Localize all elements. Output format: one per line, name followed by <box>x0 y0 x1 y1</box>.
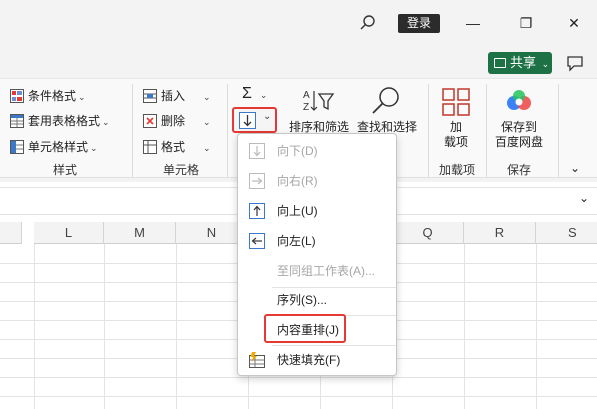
grid-line <box>34 244 35 409</box>
menu-item-fill-down[interactable]: 向下(D) <box>238 137 396 165</box>
menu-item-label: 至同组工作表(A)... <box>277 264 375 278</box>
fill-button[interactable]: ⌄ <box>232 107 277 133</box>
menu-item-fill-right[interactable]: 向右(R) <box>238 167 396 195</box>
fill-left-icon <box>249 233 265 249</box>
addins-group-label: 加载项 <box>438 163 475 177</box>
cells-group-label: 单元格 <box>162 163 199 177</box>
menu-item-label: 向下(D) <box>277 144 318 158</box>
sum-icon: Σ <box>242 85 252 102</box>
styles-group-label: 样式 <box>52 163 77 177</box>
flash-fill-icon <box>249 352 265 368</box>
menu-item-label: 序列(S)... <box>277 293 327 307</box>
column-header-k[interactable]: K <box>0 222 22 244</box>
save-label-line2: 百度网盘 <box>494 135 543 149</box>
table-format-icon <box>10 114 24 128</box>
addins-label-line2: 载项 <box>443 135 468 149</box>
login-button[interactable]: 登录 <box>398 14 440 33</box>
chevron-down-icon: ⌄ <box>259 90 268 100</box>
find-select-icon <box>372 87 399 114</box>
chevron-down-icon: ⌄ <box>203 143 211 153</box>
title-bar: 登录 — ❐ ✕ <box>0 0 597 46</box>
save-to-netdisk-button[interactable]: 保存到 百度网盘 <box>490 120 548 150</box>
column-header-l[interactable]: L <box>34 222 104 244</box>
delete-button[interactable]: 删除 ⌄ <box>143 111 211 131</box>
column-header-q[interactable]: Q <box>392 222 464 244</box>
fill-up-icon <box>249 203 265 219</box>
fill-down-icon <box>249 143 265 159</box>
column-header-r[interactable]: R <box>464 222 536 244</box>
cell-style-icon <box>10 140 24 154</box>
sort-filter-icon: A Z <box>303 90 335 113</box>
search-icon[interactable] <box>359 14 377 32</box>
addins-label-line1: 加 <box>449 120 462 134</box>
grid-line <box>104 244 105 409</box>
conditional-format-icon <box>10 89 24 103</box>
menu-item-fill-up[interactable]: 向上(U) <box>238 197 396 225</box>
share-button[interactable]: 共享 ⌄ <box>488 52 552 74</box>
chevron-down-icon: ⌄ <box>203 117 211 127</box>
group-divider <box>227 84 228 178</box>
grid-line <box>176 244 177 409</box>
format-cells-icon <box>143 140 157 154</box>
ribbon-collapse-button[interactable]: ⌄ <box>570 158 580 178</box>
formula-bar-expand-icon[interactable]: ⌄ <box>579 191 589 205</box>
menu-item-label: 向左(L) <box>277 234 316 248</box>
close-button[interactable]: ✕ <box>563 13 585 33</box>
chevron-down-icon: ⌄ <box>90 143 98 153</box>
baidu-netdisk-icon <box>507 90 531 110</box>
format-button[interactable]: 格式 ⌄ <box>143 137 211 157</box>
menu-item-fill-across-sheets[interactable]: 至同组工作表(A)... <box>238 257 396 285</box>
menu-item-fill-left[interactable]: 向左(L) <box>238 227 396 255</box>
save-group-label: 保存 <box>506 163 531 177</box>
menu-item-label: 快速填充(F) <box>277 353 341 367</box>
chevron-down-icon: ⌄ <box>263 111 272 122</box>
menu-item-flash-fill[interactable]: 快速填充(F) <box>238 346 396 374</box>
comment-icon[interactable] <box>565 54 585 74</box>
share-label: 共享 <box>510 55 537 70</box>
table-format-button[interactable]: 套用表格格式 ⌄ <box>10 111 110 131</box>
format-label: 格式 <box>161 140 186 154</box>
addins-button[interactable]: 加 载项 <box>436 120 476 150</box>
chevron-down-icon: ⌄ <box>78 92 86 102</box>
group-divider <box>558 84 559 178</box>
addins-icon <box>442 88 470 116</box>
chevron-down-icon: ⌄ <box>102 117 110 127</box>
group-divider <box>132 84 133 178</box>
share-icon <box>494 58 506 68</box>
grid-line <box>536 244 537 409</box>
insert-label: 插入 <box>161 89 186 103</box>
justify-highlight-box <box>264 314 346 343</box>
grid-line <box>0 396 597 397</box>
delete-cells-icon <box>143 114 157 128</box>
autosum-button[interactable]: Σ ⌄ <box>242 84 267 104</box>
insert-cells-icon <box>143 89 157 103</box>
chevron-down-icon: ⌄ <box>203 92 211 102</box>
insert-button[interactable]: 插入 ⌄ <box>143 86 211 106</box>
grid-line <box>464 244 465 409</box>
fill-down-icon <box>239 112 256 129</box>
cell-style-label: 单元格样式 <box>28 140 89 154</box>
menu-item-label: 向上(U) <box>277 204 318 218</box>
cell-style-button[interactable]: 单元格样式 ⌄ <box>10 137 98 157</box>
svg-text:Z: Z <box>303 102 309 113</box>
menu-item-series[interactable]: 序列(S)... <box>238 286 396 314</box>
grid-line <box>0 377 597 378</box>
svg-text:A: A <box>303 90 310 101</box>
minimize-button[interactable]: — <box>462 13 484 33</box>
column-header-m[interactable]: M <box>104 222 176 244</box>
conditional-format-button[interactable]: 条件格式 ⌄ <box>10 86 86 106</box>
table-format-label: 套用表格格式 <box>28 114 101 128</box>
fill-right-icon <box>249 173 265 189</box>
restore-button[interactable]: ❐ <box>515 13 537 33</box>
group-divider <box>428 84 429 178</box>
menu-item-label: 向右(R) <box>277 174 318 188</box>
delete-label: 删除 <box>161 114 186 128</box>
share-caret: ⌄ <box>541 59 550 69</box>
save-label-line1: 保存到 <box>500 120 537 134</box>
conditional-format-label: 条件格式 <box>28 89 77 103</box>
column-header-s[interactable]: S <box>536 222 597 244</box>
group-divider <box>486 84 487 178</box>
